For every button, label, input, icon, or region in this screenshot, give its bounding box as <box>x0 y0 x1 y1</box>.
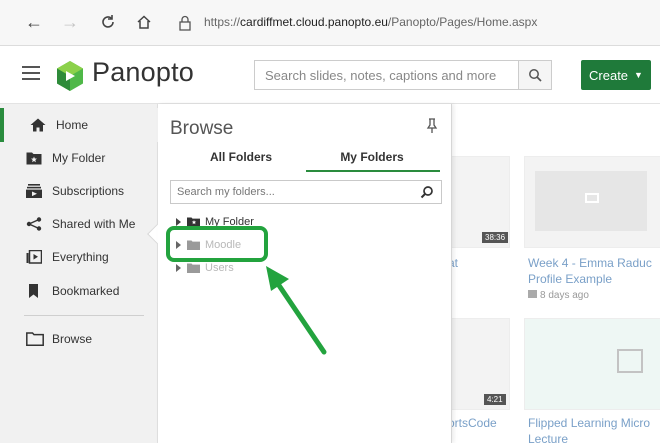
session-title[interactable]: ortsCode <box>452 416 497 430</box>
expand-arrow-icon[interactable] <box>176 218 181 226</box>
sidebar-item-my-folder[interactable]: My Folder <box>0 141 158 175</box>
sidebar-divider <box>24 315 144 316</box>
create-button[interactable]: Create ▼ <box>581 60 651 90</box>
session-title-line2[interactable]: Profile Example <box>528 272 612 286</box>
tab-all-folders[interactable]: All Folders <box>180 150 302 172</box>
bookmark-icon <box>26 284 42 298</box>
session-thumbnail[interactable] <box>524 318 660 410</box>
sidebar-item-subscriptions[interactable]: Subscriptions <box>0 174 158 208</box>
browse-folder-icon <box>26 332 44 346</box>
pin-icon[interactable] <box>426 118 438 134</box>
search-input[interactable]: Search slides, notes, captions and more <box>254 60 518 90</box>
sidebar-item-label: Browse <box>52 332 93 346</box>
expand-arrow-icon[interactable] <box>176 264 181 272</box>
url-path: /Panopto/Pages/Home.aspx <box>387 15 538 29</box>
panopto-logo-icon <box>54 60 86 92</box>
session-title[interactable]: at <box>452 256 458 270</box>
sidebar-item-label: Subscriptions <box>52 184 125 198</box>
active-tab-indicator <box>306 170 440 172</box>
sidebar-item-label: Bookmarked <box>52 284 120 298</box>
folder-search-input[interactable]: Search my folders... <box>170 180 442 204</box>
folder-icon <box>187 263 200 273</box>
share-icon <box>26 217 42 231</box>
sidebar-item-browse[interactable]: Browse <box>0 322 158 356</box>
sidebar: Home My Folder Subscriptions Shared with… <box>0 104 158 443</box>
tree-item-label: Users <box>205 262 234 274</box>
subscriptions-icon <box>26 184 42 198</box>
tree-item-users[interactable]: Users <box>176 260 234 276</box>
browse-panel: Browse All Folders My Folders Search my … <box>158 104 452 443</box>
back-arrow-icon[interactable]: ← <box>22 10 46 34</box>
forward-arrow-icon[interactable]: → <box>58 10 82 34</box>
sidebar-item-label: Shared with Me <box>52 217 136 231</box>
caret-down-icon: ▼ <box>634 70 643 80</box>
home-icon <box>30 118 46 132</box>
address-bar[interactable]: https://cardiffmet.cloud.panopto.eu/Pano… <box>204 15 537 29</box>
url-prefix: https:// <box>204 15 241 29</box>
session-title[interactable]: Week 4 - Emma Raduc <box>528 256 652 270</box>
session-title-line2[interactable]: Lecture <box>528 432 568 443</box>
sidebar-item-shared[interactable]: Shared with Me <box>0 207 158 241</box>
hamburger-menu-icon[interactable] <box>22 66 40 80</box>
recent-sessions-grid: 38:36 at Week 4 - Emma Raduc Profile Exa… <box>452 104 660 443</box>
app-header: Panopto Search slides, notes, captions a… <box>0 46 660 104</box>
home-page-icon[interactable] <box>132 10 156 34</box>
sidebar-item-bookmarked[interactable]: Bookmarked <box>0 274 158 308</box>
create-label: Create <box>589 67 629 83</box>
calendar-icon <box>528 290 537 298</box>
session-meta: 8 days ago <box>528 290 589 301</box>
reload-icon[interactable] <box>96 10 120 34</box>
search-icon[interactable] <box>420 185 434 199</box>
my-folder-icon <box>26 151 42 165</box>
sidebar-item-everything[interactable]: Everything <box>0 240 158 274</box>
logo-text[interactable]: Panopto <box>92 57 194 88</box>
duration-badge: 4:21 <box>484 394 506 405</box>
highlight-box <box>166 226 268 262</box>
url-host: cardiffmet.cloud.panopto.eu <box>240 15 388 29</box>
tab-my-folders[interactable]: My Folders <box>306 150 438 172</box>
browser-toolbar: ← → https://cardiffmet.cloud.panopto.eu/… <box>0 0 660 46</box>
sidebar-item-label: Everything <box>52 250 109 264</box>
sidebar-item-label: My Folder <box>52 151 106 165</box>
everything-icon <box>26 249 43 264</box>
session-title[interactable]: Flipped Learning Micro <box>528 416 650 430</box>
browse-title: Browse <box>170 118 234 139</box>
sidebar-item-home[interactable]: Home <box>0 108 158 142</box>
session-date: 8 days ago <box>540 290 589 301</box>
session-thumbnail[interactable] <box>524 156 660 248</box>
lock-icon[interactable] <box>178 15 194 31</box>
duration-badge: 38:36 <box>482 232 509 243</box>
search-icon[interactable] <box>518 60 552 90</box>
sidebar-item-label: Home <box>56 118 89 132</box>
